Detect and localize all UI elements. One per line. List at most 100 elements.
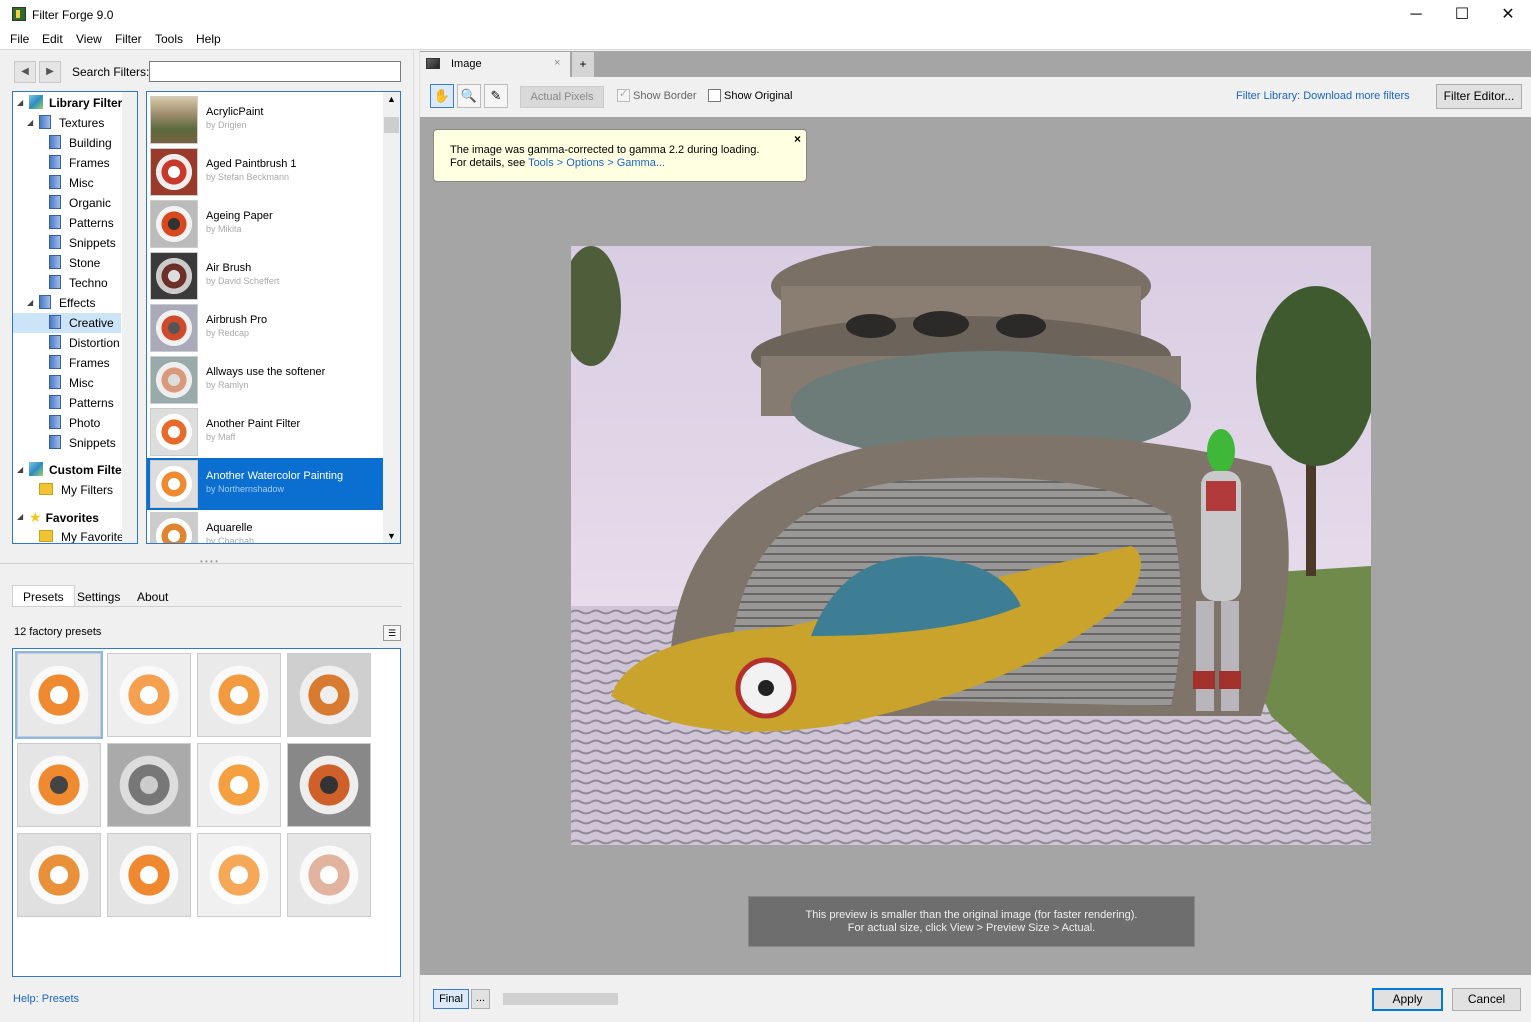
tree-textures-frames[interactable]: Frames — [49, 153, 110, 173]
tree-effects-misc[interactable]: Misc — [49, 373, 94, 393]
tree-textures-misc[interactable]: Misc — [49, 173, 94, 193]
tree-scrollbar[interactable] — [122, 92, 137, 543]
menu-filter[interactable]: Filter — [115, 32, 142, 46]
back-button[interactable]: ◀ — [14, 61, 36, 83]
tree-effects-snippets[interactable]: Snippets — [49, 433, 116, 453]
tab-about[interactable]: About — [126, 585, 179, 607]
filter-item[interactable]: Air Brush by David Scheffert — [147, 250, 383, 302]
filter-item[interactable]: Aquarelle by Chachah — [147, 510, 383, 543]
apply-button[interactable]: Apply — [1372, 988, 1443, 1011]
filter-editor-button[interactable]: Filter Editor... — [1436, 84, 1522, 109]
preset-thumbnail[interactable] — [17, 743, 101, 827]
cancel-button[interactable]: Cancel — [1452, 988, 1521, 1011]
filter-library-link[interactable]: Filter Library: Download more filters — [1236, 90, 1410, 102]
document-tab-bar: Image × + — [420, 51, 1531, 77]
tree-textures-patterns[interactable]: Patterns — [49, 213, 114, 233]
preview-image[interactable] — [571, 246, 1371, 845]
menu-file[interactable]: File — [10, 32, 29, 46]
collapse-arrow-icon: ◢ — [27, 118, 34, 127]
scroll-up-icon[interactable]: ▲ — [387, 94, 396, 104]
preset-thumbnail[interactable] — [197, 653, 281, 737]
render-progress-bar — [503, 993, 618, 1005]
menu-help[interactable]: Help — [196, 32, 221, 46]
preset-thumbnail[interactable] — [287, 653, 371, 737]
hand-tool-icon[interactable]: ✋ — [430, 84, 454, 108]
close-window-button[interactable]: ✕ — [1485, 0, 1531, 30]
filter-item[interactable]: Another Paint Filter by Maff — [147, 406, 383, 458]
menu-tools[interactable]: Tools — [155, 32, 183, 46]
preset-thumbnail[interactable] — [107, 833, 191, 917]
show-original-checkbox[interactable] — [708, 89, 721, 102]
zoom-tool-icon[interactable]: 🔍 — [457, 84, 481, 108]
scroll-down-icon[interactable]: ▼ — [387, 531, 396, 541]
show-border-checkbox[interactable] — [617, 87, 630, 102]
close-notification-icon[interactable]: × — [794, 133, 801, 146]
filter-item[interactable]: Airbrush Pro by Redcap — [147, 302, 383, 354]
tree-textures[interactable]: ◢ Textures — [27, 113, 104, 133]
tree-effects-patterns[interactable]: Patterns — [49, 393, 114, 413]
vertical-splitter[interactable] — [413, 51, 420, 1022]
menu-edit[interactable]: Edit — [42, 32, 63, 46]
tree-effects[interactable]: ◢ Effects — [27, 293, 95, 313]
preset-thumbnail[interactable] — [197, 833, 281, 917]
filter-name: AcrylicPaint — [206, 106, 264, 118]
tree-label: Stone — [69, 256, 101, 270]
gamma-notification: The image was gamma-corrected to gamma 2… — [433, 129, 807, 182]
filter-author: by Redcap — [206, 328, 250, 338]
render-options-button[interactable]: ... — [471, 989, 490, 1009]
tree-textures-techno[interactable]: Techno — [49, 273, 108, 293]
tree-label: Techno — [69, 276, 108, 290]
tree-textures-organic[interactable]: Organic — [49, 193, 111, 213]
preset-thumbnail[interactable] — [197, 743, 281, 827]
preset-thumbnail[interactable] — [107, 743, 191, 827]
tree-my-favorites[interactable]: My Favorites — [39, 527, 130, 543]
book-icon — [49, 355, 61, 369]
filter-item[interactable]: Allways use the softener by Ramlyn — [147, 354, 383, 406]
tree-my-filters[interactable]: My Filters — [39, 480, 113, 500]
add-tab-button[interactable]: + — [572, 52, 594, 77]
close-tab-icon[interactable]: × — [554, 57, 560, 69]
filter-item[interactable]: Ageing Paper by Mikita — [147, 198, 383, 250]
tree-library-filters[interactable]: ◢ Library Filters — [17, 93, 137, 113]
filter-item[interactable]: AcrylicPaint by Drigien — [147, 94, 383, 146]
preset-thumbnail[interactable] — [15, 651, 103, 739]
splitter-grip-icon[interactable]: • • • • — [200, 557, 218, 566]
tree-textures-stone[interactable]: Stone — [49, 253, 100, 273]
tree-effects-photo[interactable]: Photo — [49, 413, 100, 433]
search-input[interactable] — [149, 61, 401, 82]
preset-thumbnail[interactable] — [287, 833, 371, 917]
final-render-button[interactable]: Final — [433, 989, 469, 1009]
forward-button[interactable]: ▶ — [39, 61, 61, 83]
collapse-arrow-icon: ◢ — [17, 98, 24, 107]
filter-item[interactable]: Aged Paintbrush 1 by Stefan Beckmann — [147, 146, 383, 198]
tree-custom-filters[interactable]: ◢ Custom Filters — [17, 460, 133, 480]
tree-effects-distortion[interactable]: Distortion — [49, 333, 120, 353]
tab-image[interactable]: Image × — [420, 52, 570, 77]
help-presets-link[interactable]: Help: Presets — [13, 993, 79, 1005]
collapse-arrow-icon: ◢ — [17, 512, 24, 521]
tree-effects-frames[interactable]: Frames — [49, 353, 110, 373]
eyedropper-tool-icon[interactable]: ✎ — [484, 84, 508, 108]
preview-note-line1: This preview is smaller than the origina… — [805, 909, 1138, 921]
scroll-thumb[interactable] — [384, 117, 399, 133]
tree-effects-creative[interactable]: Creative — [13, 313, 121, 333]
preset-thumbnail[interactable] — [17, 833, 101, 917]
preset-thumbnail[interactable] — [107, 653, 191, 737]
menu-view[interactable]: View — [76, 32, 102, 46]
minimize-button[interactable]: ─ — [1393, 0, 1439, 30]
tab-settings[interactable]: Settings — [66, 585, 131, 607]
collapse-arrow-icon: ◢ — [27, 298, 34, 307]
actual-pixels-button[interactable]: Actual Pixels — [520, 86, 604, 108]
tree-textures-building[interactable]: Building — [49, 133, 112, 153]
tree-label: Building — [69, 136, 112, 150]
presets-menu-icon[interactable]: ☰ — [383, 625, 401, 641]
tree-textures-snippets[interactable]: Snippets — [49, 233, 116, 253]
filter-item-selected[interactable]: Another Watercolor Painting by Northerns… — [147, 458, 383, 510]
gamma-settings-link[interactable]: Tools > Options > Gamma... — [528, 157, 665, 169]
preview-area[interactable]: The image was gamma-corrected to gamma 2… — [420, 117, 1531, 975]
tree-favorites[interactable]: ◢ ★ Favorites — [17, 507, 99, 527]
filter-list-scrollbar[interactable]: ▲ ▼ — [383, 92, 400, 543]
filter-author: by Maff — [206, 432, 236, 442]
preset-thumbnail[interactable] — [287, 743, 371, 827]
maximize-button[interactable]: ☐ — [1439, 0, 1485, 30]
